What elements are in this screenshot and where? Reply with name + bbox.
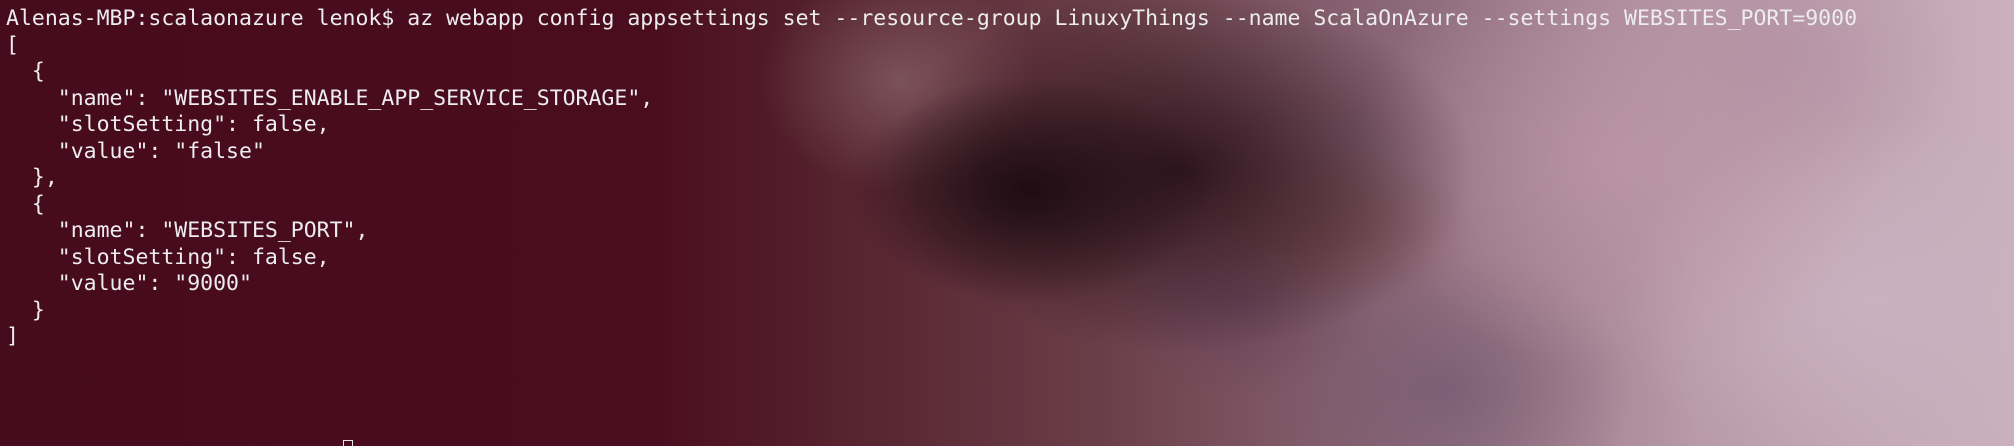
output-line: { xyxy=(6,191,45,217)
output-line: "slotSetting": false, xyxy=(6,244,330,270)
text-cursor xyxy=(343,440,353,446)
output-line: "name": "WEBSITES_PORT", xyxy=(6,218,369,243)
output-line: "slotSetting": false, xyxy=(6,112,330,137)
output-line: } xyxy=(6,297,45,323)
output-line: "name": "WEBSITES_ENABLE_APP_SERVICE_STO… xyxy=(6,85,654,111)
output-line: { xyxy=(6,59,45,84)
output-line: "value": "9000" xyxy=(6,271,252,296)
command-text: az webapp config appsettings set --resou… xyxy=(407,6,1858,31)
output-line: }, xyxy=(6,165,58,190)
command-line: Alenas-MBP:scalaonazure lenok$ az webapp… xyxy=(6,6,1857,33)
terminal-window[interactable]: Alenas-MBP:scalaonazure lenok$ az webapp… xyxy=(0,0,2014,446)
output-line: "value": "false" xyxy=(6,138,265,164)
output-line: [ xyxy=(6,32,19,58)
output-line: ] xyxy=(6,324,19,349)
shell-prompt: Alenas-MBP:scalaonazure lenok$ xyxy=(6,6,408,31)
terminal-output: Alenas-MBP:scalaonazure lenok$ az webapp… xyxy=(6,6,1857,351)
